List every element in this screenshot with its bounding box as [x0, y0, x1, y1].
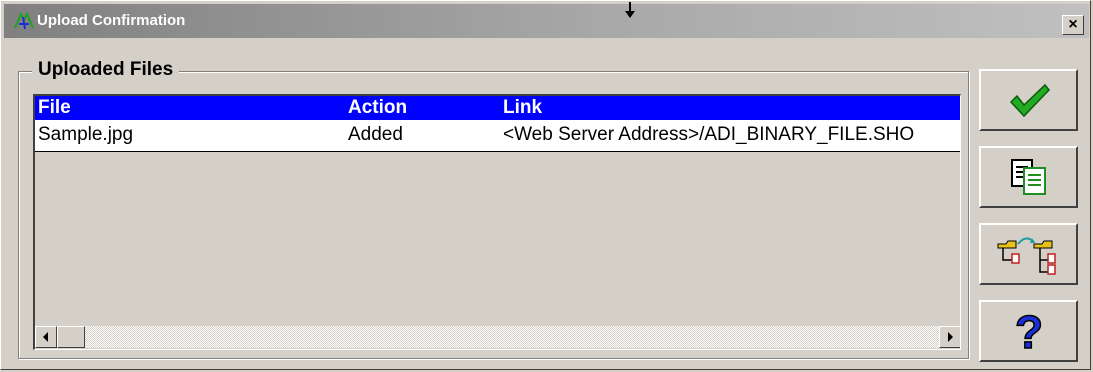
table-row[interactable]: Sample.jpg Added <Web Server Address>/AD…: [35, 120, 960, 152]
ok-button[interactable]: [979, 69, 1078, 131]
uploaded-files-list[interactable]: File Action Link Sample.jpg Added <Web S…: [33, 94, 961, 350]
arrow-right-icon: [948, 332, 953, 342]
mouse-cursor-icon: [625, 2, 635, 18]
title-bar[interactable]: Upload Confirmation: [4, 4, 1089, 38]
copy-button[interactable]: [979, 146, 1078, 208]
column-header-link[interactable]: Link: [503, 97, 542, 119]
window-title: Upload Confirmation: [37, 12, 186, 29]
scroll-right-button[interactable]: [939, 326, 960, 348]
cell-action: Added: [348, 124, 403, 145]
transfer-button[interactable]: [979, 223, 1078, 285]
horizontal-scrollbar[interactable]: [35, 326, 960, 349]
app-icon: [14, 12, 34, 30]
help-button[interactable]: ?: [979, 300, 1078, 362]
copy-icon: [1010, 159, 1046, 195]
svg-text:?: ?: [1014, 308, 1042, 354]
column-header-file[interactable]: File: [38, 97, 71, 119]
scroll-left-button[interactable]: [35, 326, 57, 348]
column-header-action[interactable]: Action: [348, 97, 407, 119]
upload-confirmation-window: Upload Confirmation × Uploaded Files Fil…: [0, 0, 1091, 370]
close-button[interactable]: ×: [1062, 15, 1084, 35]
group-label: Uploaded Files: [32, 59, 180, 81]
close-icon: ×: [1068, 16, 1078, 33]
checkmark-icon: [1009, 83, 1050, 118]
scroll-track[interactable]: [57, 326, 939, 348]
arrow-left-icon: [43, 332, 48, 342]
transfer-files-icon: [997, 237, 1056, 275]
scroll-thumb[interactable]: [57, 326, 85, 348]
cell-link: <Web Server Address>/ADI_BINARY_FILE.SHO: [503, 124, 915, 145]
help-icon: ?: [1014, 308, 1044, 354]
cell-file: Sample.jpg: [38, 124, 134, 145]
table-header: File Action Link: [35, 96, 960, 120]
